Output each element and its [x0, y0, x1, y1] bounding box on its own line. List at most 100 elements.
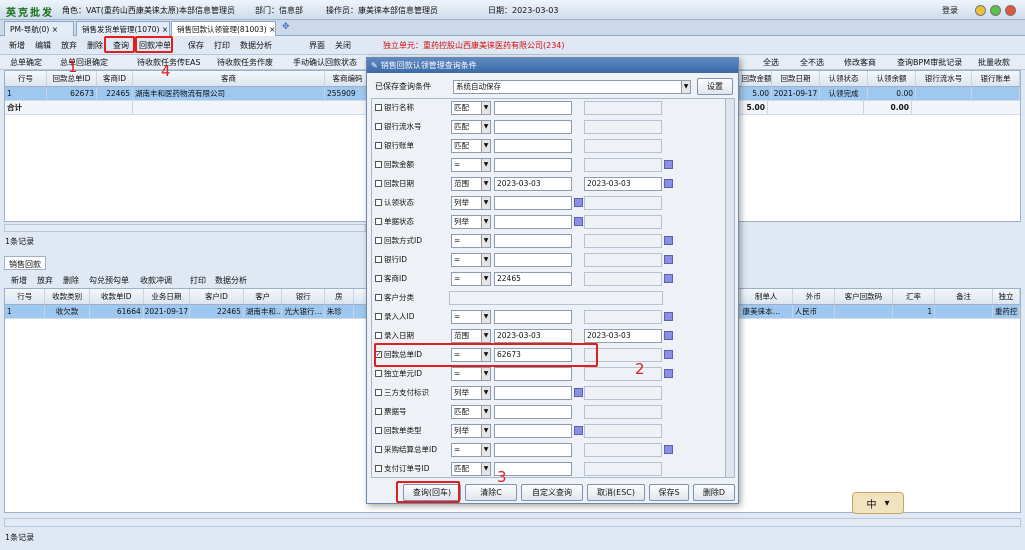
chevron-down-icon[interactable]: ▼ [481, 310, 490, 323]
value-input-2[interactable] [584, 404, 662, 419]
checkbox[interactable] [375, 218, 382, 225]
condition-label[interactable]: 三方支付标识 [375, 387, 449, 398]
chevron-down-icon[interactable]: ▼ [481, 196, 490, 209]
close-icon[interactable] [1005, 5, 1016, 16]
condition-label[interactable]: 录入日期 [375, 330, 449, 341]
saved-query-select[interactable]: 系统自动保存 ▼ [453, 79, 691, 94]
lookup-icon[interactable] [664, 160, 673, 169]
value-input-2[interactable] [584, 157, 662, 172]
value-input[interactable] [494, 119, 572, 134]
operator-select[interactable]: = ▼ [451, 233, 491, 248]
value-input[interactable] [494, 442, 572, 457]
col-header[interactable]: 汇率 [893, 289, 936, 304]
checkbox[interactable] [375, 180, 382, 187]
col-header[interactable]: 房 [325, 289, 354, 304]
value-input[interactable] [494, 423, 572, 438]
col-header[interactable]: 行号 [5, 71, 47, 86]
calendar-icon[interactable] [664, 179, 673, 188]
tab-delivery[interactable]: 销售发货单管理(1070) × [76, 21, 170, 36]
condition-label[interactable]: 银行账单 [375, 140, 449, 151]
condition-label[interactable]: 回款日期 [375, 178, 449, 189]
value-input[interactable] [494, 233, 572, 248]
s2-match[interactable]: 勾兑预勾单 [89, 273, 129, 287]
condition-label[interactable]: 采购结算总单ID [375, 444, 449, 455]
value-input-2[interactable] [584, 442, 662, 457]
operator-select[interactable]: = ▼ [451, 252, 491, 267]
col-header[interactable]: 客商编码 [325, 71, 371, 86]
list-picker-icon[interactable] [574, 198, 583, 207]
value-input-2[interactable] [584, 119, 662, 134]
condition-label[interactable]: 客户分类 [375, 292, 449, 303]
value-input-2[interactable] [584, 214, 662, 229]
value-input[interactable] [494, 214, 572, 229]
operator-select[interactable]: 匹配 ▼ [451, 404, 491, 419]
list-picker-icon[interactable] [574, 217, 583, 226]
list-picker-icon[interactable] [574, 388, 583, 397]
lookup-icon[interactable] [664, 350, 673, 359]
chevron-down-icon[interactable]: ▼ [481, 462, 490, 475]
checkbox[interactable] [375, 427, 382, 434]
login-link[interactable]: 登录 [942, 5, 958, 16]
checkbox[interactable] [375, 389, 382, 396]
operator-select[interactable]: = ▼ [451, 309, 491, 324]
checkbox[interactable] [375, 294, 382, 301]
btn-select-all[interactable]: 全选 [763, 55, 779, 69]
chevron-down-icon[interactable]: ▼ [481, 101, 490, 114]
cancel-button[interactable]: 取消(ESC) [587, 484, 645, 501]
condition-label[interactable]: 录入人ID [375, 311, 449, 322]
value-input-2[interactable]: 2023-03-03 [584, 328, 662, 343]
checkbox[interactable] [375, 199, 382, 206]
value-input[interactable] [494, 100, 572, 115]
toolbar-interface[interactable]: 界面 [309, 38, 325, 52]
operator-select[interactable]: 范围 ▼ [451, 176, 491, 191]
condition-label[interactable]: 银行流水号 [375, 121, 449, 132]
h-scrollbar[interactable] [4, 518, 1021, 527]
checkbox[interactable] [375, 104, 382, 111]
category-field[interactable] [449, 290, 663, 305]
lookup-icon[interactable] [664, 236, 673, 245]
col-header[interactable]: 收款单ID [90, 289, 144, 304]
operator-select[interactable]: = ▼ [451, 442, 491, 457]
operator-select[interactable]: 列举 ▼ [451, 214, 491, 229]
btn-manual[interactable]: 手动确认回款状态 [293, 55, 357, 69]
col-header[interactable]: 收款类别 [45, 289, 90, 304]
pin-icon[interactable]: ✥ [282, 22, 290, 32]
lookup-icon[interactable] [664, 369, 673, 378]
value-input-2[interactable] [584, 461, 662, 476]
col-header[interactable]: 外币 [793, 289, 836, 304]
operator-select[interactable]: 匹配 ▼ [451, 461, 491, 476]
condition-label[interactable]: 票据号 [375, 406, 449, 417]
maximize-icon[interactable] [990, 5, 1001, 16]
chevron-down-icon[interactable]: ▼ [481, 386, 490, 399]
operator-select[interactable]: 列举 ▼ [451, 195, 491, 210]
toolbar-close[interactable]: 关闭 [335, 38, 351, 52]
checkbox[interactable] [375, 142, 382, 149]
checkbox[interactable] [375, 313, 382, 320]
checkbox[interactable] [375, 408, 382, 415]
condition-label[interactable]: 认领状态 [375, 197, 449, 208]
chevron-down-icon[interactable]: ▼ [481, 215, 490, 228]
chevron-down-icon[interactable]: ▼ [481, 405, 490, 418]
chevron-down-icon[interactable]: ▼ [481, 272, 490, 285]
checkbox[interactable] [375, 275, 382, 282]
col-header[interactable]: 回款金额 [742, 71, 772, 86]
condition-label[interactable]: 支付订单号ID [375, 463, 449, 474]
condition-label[interactable]: 回款金额 [375, 159, 449, 170]
toolbar-print[interactable]: 打印 [214, 38, 230, 52]
delete-button[interactable]: 删除D [693, 484, 735, 501]
close-icon[interactable]: × [162, 25, 168, 34]
s2-new[interactable]: 新增 [11, 273, 27, 287]
lookup-icon[interactable] [664, 255, 673, 264]
condition-label[interactable]: 回款方式ID [375, 235, 449, 246]
toolbar-analysis[interactable]: 数据分析 [240, 38, 272, 52]
save-button[interactable]: 保存S [649, 484, 689, 501]
chevron-down-icon[interactable]: ▼ [481, 253, 490, 266]
value-input-2[interactable] [584, 385, 662, 400]
s2-adjust[interactable]: 收款冲调 [140, 273, 172, 287]
chevron-down-icon[interactable]: ▼ [481, 158, 490, 171]
toolbar-discard[interactable]: 放弃 [61, 38, 77, 52]
settings-button[interactable]: 设置 [697, 78, 733, 95]
ime-widget[interactable]: 中 ▾ [852, 492, 904, 514]
checkbox[interactable] [375, 123, 382, 130]
chevron-down-icon[interactable]: ▼ [481, 329, 490, 342]
